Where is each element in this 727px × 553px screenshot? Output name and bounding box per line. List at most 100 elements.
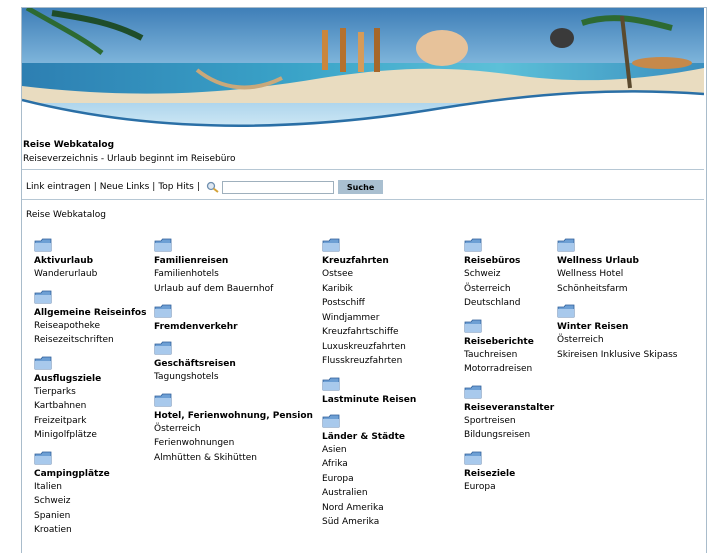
subcategory-link[interactable]: Familienhotels (154, 267, 313, 282)
subcategory-link[interactable]: Europa (464, 480, 554, 495)
subcategory-link[interactable]: Almhütten & Skihütten (154, 451, 313, 466)
folder-icon (464, 319, 482, 332)
category-title[interactable]: Wellness Urlaub (557, 255, 677, 267)
category-title[interactable]: Reiseziele (464, 468, 554, 480)
subcategory-link[interactable]: Spanien (34, 509, 146, 524)
subcategory-link[interactable]: Bildungsreisen (464, 428, 554, 443)
folder-icon (322, 414, 340, 427)
category-block: Ausflugsziele Tierparks Kartbahnen Freiz… (34, 356, 146, 443)
subcategory-link[interactable]: Asien (322, 443, 416, 458)
subcategory-link[interactable]: Windjammer (322, 311, 416, 326)
divider-middle (22, 199, 704, 200)
category-block: Hotel, Ferienwohnung, Pension Österreich… (154, 393, 313, 466)
subcategory-link[interactable]: Australien (322, 486, 416, 501)
subcategory-link[interactable]: Urlaub auf dem Bauernhof (154, 282, 313, 297)
subcategory-link[interactable]: Skireisen Inklusive Skipass (557, 348, 677, 363)
subcategory-link[interactable]: Wanderurlaub (34, 267, 146, 282)
subcategory-link[interactable]: Wellness Hotel (557, 267, 677, 282)
separator: | (196, 182, 200, 192)
category-title[interactable]: Familienreisen (154, 255, 313, 267)
category-column-4: Reisebüros Schweiz Österreich Deutschlan… (464, 238, 554, 502)
subcategory-link[interactable]: Luxuskreuzfahrten (322, 340, 416, 355)
header-banner (22, 8, 704, 136)
category-block: Länder & Städte Asien Afrika Europa Aust… (322, 414, 416, 530)
category-title[interactable]: Aktivurlaub (34, 255, 146, 267)
top-hits-link[interactable]: Top Hits (158, 182, 194, 192)
subcategory-link[interactable]: Ferienwohnungen (154, 436, 313, 451)
subcategory-link[interactable]: Postschiff (322, 296, 416, 311)
category-title[interactable]: Kreuzfahrten (322, 255, 416, 267)
category-block: Familienreisen Familienhotels Urlaub auf… (154, 238, 313, 296)
category-title[interactable]: Allgemeine Reiseinfos (34, 307, 146, 319)
category-title[interactable]: Reisebüros (464, 255, 554, 267)
search-button[interactable]: Suche (337, 180, 384, 194)
subcategory-link[interactable]: Tierparks (34, 385, 146, 400)
subcategory-link[interactable]: Österreich (557, 333, 677, 348)
folder-icon (557, 304, 575, 318)
subcategory-link[interactable]: Schweiz (34, 494, 146, 509)
category-title[interactable]: Geschäftsreisen (154, 358, 313, 370)
link-add-link[interactable]: Link eintragen (26, 182, 91, 192)
category-block: Reiseberichte Tauchreisen Motorradreisen (464, 319, 554, 377)
subcategory-link[interactable]: Flusskreuzfahrten (322, 354, 416, 369)
folder-icon (154, 393, 172, 406)
category-block: Aktivurlaub Wanderurlaub (34, 238, 146, 282)
subcategory-link[interactable]: Sportreisen (464, 414, 554, 429)
subcategory-link[interactable]: Ostsee (322, 267, 416, 282)
subcategory-link[interactable]: Kroatien (34, 523, 146, 538)
subcategory-link[interactable]: Schweiz (464, 267, 554, 282)
category-block: Lastminute Reisen (322, 377, 416, 406)
subcategory-link[interactable]: Minigolfplätze (34, 428, 146, 443)
category-block: Reiseziele Europa (464, 451, 554, 495)
category-title[interactable]: Campingplätze (34, 468, 146, 480)
subcategory-link[interactable]: Freizeitpark (34, 414, 146, 429)
subcategory-link[interactable]: Deutschland (464, 296, 554, 311)
subcategory-link[interactable]: Motorradreisen (464, 362, 554, 377)
subcategory-link[interactable]: Afrika (322, 457, 416, 472)
folder-icon (464, 385, 482, 398)
category-block: Campingplätze Italien Schweiz Spanien Kr… (34, 451, 146, 538)
subcategory-link[interactable]: Italien (34, 480, 146, 495)
subcategory-link[interactable]: Europa (322, 472, 416, 487)
category-block: Geschäftsreisen Tagungshotels (154, 341, 313, 385)
subcategory-link[interactable]: Reiseapotheke (34, 319, 146, 334)
folder-icon (557, 238, 575, 252)
category-title[interactable]: Winter Reisen (557, 321, 677, 333)
subcategory-link[interactable]: Reisezeitschriften (34, 333, 146, 348)
category-block: Reisebüros Schweiz Österreich Deutschlan… (464, 238, 554, 311)
folder-icon (464, 238, 482, 252)
category-title[interactable]: Reiseberichte (464, 336, 554, 348)
category-title[interactable]: Lastminute Reisen (322, 394, 416, 406)
folder-icon (34, 290, 52, 303)
folder-icon (34, 451, 52, 464)
folder-icon (322, 238, 340, 252)
subcategory-link[interactable]: Kartbahnen (34, 399, 146, 414)
subcategory-link[interactable]: Süd Amerika (322, 515, 416, 530)
category-title[interactable]: Länder & Städte (322, 431, 416, 443)
subcategory-link[interactable]: Kreuzfahrtschiffe (322, 325, 416, 340)
breadcrumb: Reise Webkatalog (26, 210, 106, 220)
category-title[interactable]: Reiseveranstalter (464, 402, 554, 414)
category-title[interactable]: Ausflugsziele (34, 373, 146, 385)
subcategory-link[interactable]: Österreich (154, 422, 313, 437)
category-block: Kreuzfahrten Ostsee Karibik Postschiff W… (322, 238, 416, 369)
site-subtitle: Reiseverzeichnis - Urlaub beginnt im Rei… (23, 154, 236, 164)
search-input[interactable] (221, 180, 334, 194)
banner-image (22, 8, 704, 136)
subcategory-link[interactable]: Tauchreisen (464, 348, 554, 363)
category-title[interactable]: Fremdenverkehr (154, 321, 313, 333)
subcategory-link[interactable]: Österreich (464, 282, 554, 297)
category-title[interactable]: Hotel, Ferienwohnung, Pension (154, 410, 313, 422)
new-links-link[interactable]: Neue Links (100, 182, 150, 192)
folder-icon (154, 304, 172, 318)
category-column-3: Kreuzfahrten Ostsee Karibik Postschiff W… (322, 238, 416, 538)
folder-icon (154, 238, 172, 252)
folder-icon (464, 451, 482, 464)
category-block: Reiseveranstalter Sportreisen Bildungsre… (464, 385, 554, 443)
subcategory-link[interactable]: Tagungshotels (154, 370, 313, 385)
subcategory-link[interactable]: Karibik (322, 282, 416, 297)
subcategory-link[interactable]: Schönheitsfarm (557, 282, 677, 297)
subcategory-link[interactable]: Nord Amerika (322, 501, 416, 516)
divider-top (22, 169, 704, 170)
category-block: Wellness Urlaub Wellness Hotel Schönheit… (557, 238, 677, 296)
